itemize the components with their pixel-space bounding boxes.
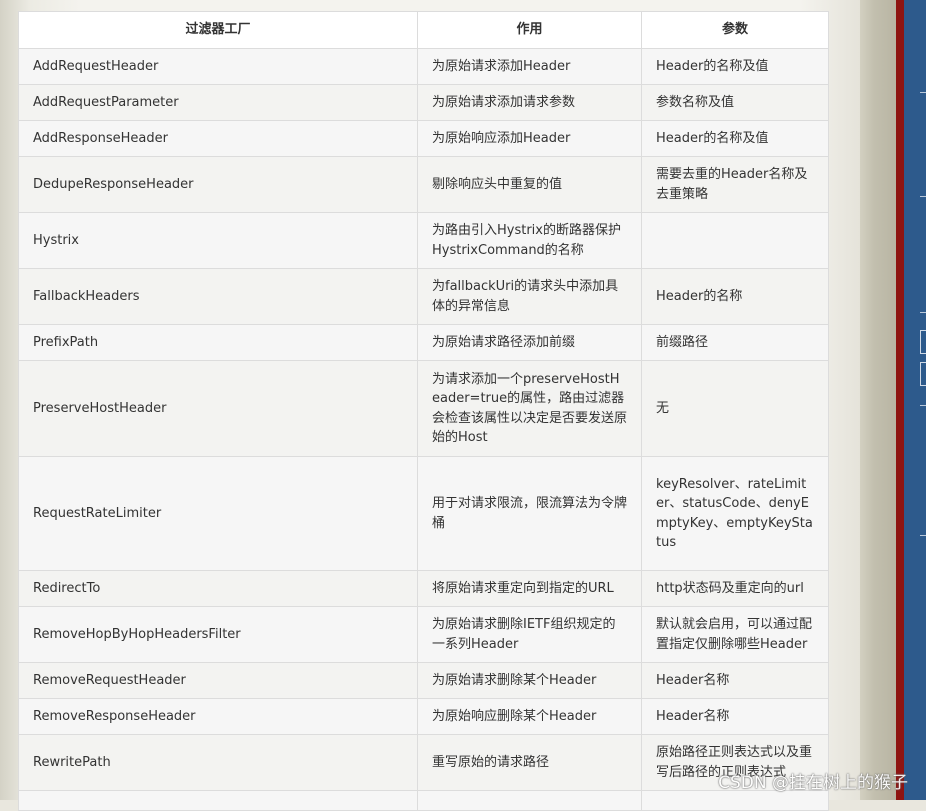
table-row: RewritePath 重写原始的请求路径 原始路径正则表达式以及重写后路径的正则表…: [18, 734, 829, 791]
cell-effect: 剔除响应头中重复的值: [417, 156, 642, 213]
cell-filter-name: FallbackHeaders: [18, 268, 418, 325]
cell-effect: 为原始请求添加Header: [417, 48, 642, 85]
cell-filter-name: RedirectTo: [18, 570, 418, 607]
column-header-filter-factory: 过滤器工厂: [18, 11, 418, 49]
table-row: [18, 790, 829, 811]
cell-params: 参数名称及值: [641, 84, 829, 121]
cell-params: Header名称: [641, 698, 829, 735]
cell-effect: 将原始请求重定向到指定的URL: [417, 570, 642, 607]
sidebar-border: [896, 0, 904, 800]
table-body: AddRequestHeader 为原始请求添加Header Header的名称及值…: [18, 48, 829, 811]
filter-factory-table: 过滤器工厂 作用 参数 AddRequestHeader 为原始请求添加Heade…: [18, 11, 829, 811]
table-row: DedupeResponseHeader 剔除响应头中重复的值 需要去重的Heade…: [18, 156, 829, 213]
table-row: AddResponseHeader 为原始响应添加Header Header的名称及…: [18, 120, 829, 157]
cell-params: 前缀路径: [641, 324, 829, 361]
table-row: PrefixPath 为原始请求路径添加前缀 前缀路径: [18, 324, 829, 361]
cell-effect: 为原始响应删除某个Header: [417, 698, 642, 735]
cell-params: keyResolver、rateLimiter、statusCode、denyE…: [641, 456, 829, 571]
cell-effect: [417, 790, 642, 811]
table-row: RedirectTo 将原始请求重定向到指定的URL http状态码及重定向的url: [18, 570, 829, 607]
table-row: FallbackHeaders 为fallbackUri的请求头中添加具体的异常信…: [18, 268, 829, 325]
cell-params: 需要去重的Header名称及去重策略: [641, 156, 829, 213]
cell-effect: 为路由引入Hystrix的断路器保护HystrixCommand的名称: [417, 212, 642, 269]
cell-effect: 为请求添加一个preserveHostHeader=true的属性，路由过滤器会…: [417, 360, 642, 457]
sidebar-widget[interactable]: [920, 330, 926, 354]
table-row: Hystrix 为路由引入Hystrix的断路器保护HystrixCommand的…: [18, 212, 829, 269]
table-row: RequestRateLimiter 用于对请求限流，限流算法为令牌桶 keyRes…: [18, 456, 829, 571]
cell-effect: 为原始响应添加Header: [417, 120, 642, 157]
column-header-effect: 作用: [417, 11, 642, 49]
cell-filter-name: RemoveRequestHeader: [18, 662, 418, 699]
cell-filter-name: [18, 790, 418, 811]
cell-params: 无: [641, 360, 829, 457]
cell-effect: 用于对请求限流，限流算法为令牌桶: [417, 456, 642, 571]
table-row: RemoveResponseHeader 为原始响应删除某个Header Heade…: [18, 698, 829, 735]
cell-filter-name: AddRequestHeader: [18, 48, 418, 85]
cell-filter-name: AddRequestParameter: [18, 84, 418, 121]
cell-effect: 重写原始的请求路径: [417, 734, 642, 791]
cell-effect: 为原始请求删除某个Header: [417, 662, 642, 699]
cell-filter-name: AddResponseHeader: [18, 120, 418, 157]
sidebar-divider: [920, 196, 926, 197]
sidebar-divider: [920, 405, 926, 406]
cell-params: 默认就会启用，可以通过配置指定仅删除哪些Header: [641, 606, 829, 663]
cell-params: [641, 212, 829, 269]
cell-params: [641, 790, 829, 811]
cell-filter-name: DedupeResponseHeader: [18, 156, 418, 213]
cell-params: Header的名称及值: [641, 120, 829, 157]
cell-params: Header的名称: [641, 268, 829, 325]
cell-effect: 为原始请求删除IETF组织规定的一系列Header: [417, 606, 642, 663]
cell-params: Header名称: [641, 662, 829, 699]
sidebar-divider: [920, 92, 926, 93]
cell-effect: 为fallbackUri的请求头中添加具体的异常信息: [417, 268, 642, 325]
cell-filter-name: Hystrix: [18, 212, 418, 269]
sidebar-divider: [920, 535, 926, 536]
table-row: RemoveRequestHeader 为原始请求删除某个Header Header…: [18, 662, 829, 699]
table-row: RemoveHopByHopHeadersFilter 为原始请求删除IETF组织…: [18, 606, 829, 663]
cell-filter-name: PreserveHostHeader: [18, 360, 418, 457]
cell-effect: 为原始请求路径添加前缀: [417, 324, 642, 361]
cell-effect: 为原始请求添加请求参数: [417, 84, 642, 121]
sidebar-divider: [920, 312, 926, 313]
cell-params: http状态码及重定向的url: [641, 570, 829, 607]
cell-params: Header的名称及值: [641, 48, 829, 85]
csdn-watermark: CSDN @挂在树上的猴子: [718, 773, 908, 793]
cell-filter-name: RewritePath: [18, 734, 418, 791]
cell-filter-name: RemoveResponseHeader: [18, 698, 418, 735]
page-gutter: [860, 0, 896, 800]
sidebar-panel: [904, 0, 926, 800]
table-row: PreserveHostHeader 为请求添加一个preserveHostHea…: [18, 360, 829, 457]
table-row: AddRequestParameter 为原始请求添加请求参数 参数名称及值: [18, 84, 829, 121]
table-row: AddRequestHeader 为原始请求添加Header Header的名称及值: [18, 48, 829, 85]
cell-filter-name: RequestRateLimiter: [18, 456, 418, 571]
table-header-row: 过滤器工厂 作用 参数: [18, 11, 829, 49]
cell-filter-name: PrefixPath: [18, 324, 418, 361]
sidebar-widget[interactable]: [920, 362, 926, 386]
cell-filter-name: RemoveHopByHopHeadersFilter: [18, 606, 418, 663]
column-header-params: 参数: [641, 11, 829, 49]
